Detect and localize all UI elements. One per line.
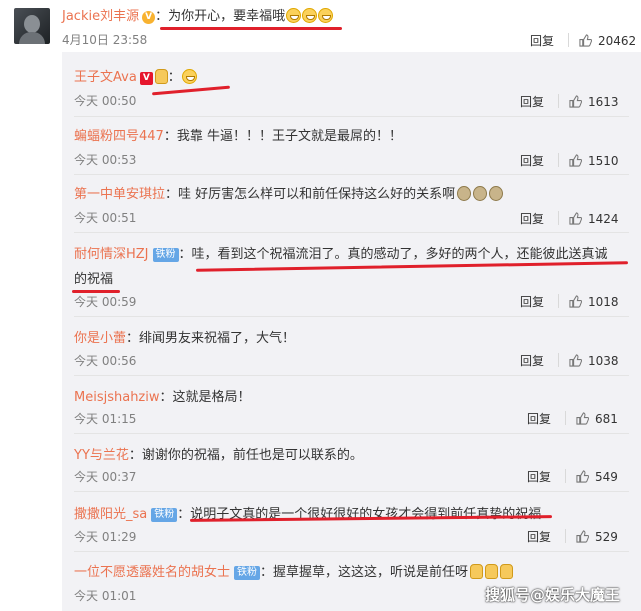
thumbs-up-emoji-icon <box>470 564 484 579</box>
smile-emoji-icon <box>318 8 334 23</box>
like-count: 20462 <box>598 34 637 48</box>
like-count: 1038 <box>588 354 619 368</box>
like-icon[interactable] <box>569 354 583 367</box>
main-comment-username[interactable]: Jackie刘丰源 <box>62 9 139 24</box>
cry-emoji-icon <box>489 186 504 201</box>
like-icon[interactable] <box>569 212 583 225</box>
smile-emoji-icon <box>302 8 318 23</box>
reply-time: 今天 01:01 <box>74 589 137 603</box>
main-comment-actions: 回复 20462 <box>530 32 636 49</box>
cry-emoji-icon <box>457 186 472 201</box>
reply-text-continued: 的祝福 <box>74 272 114 287</box>
reply-username[interactable]: Meisjshahziw <box>74 390 160 405</box>
like-icon[interactable] <box>569 295 583 308</box>
fan-badge: 铁粉 <box>151 508 178 522</box>
like-count: 529 <box>595 530 618 544</box>
avatar[interactable] <box>14 8 50 44</box>
like-icon[interactable] <box>576 412 590 425</box>
like-icon[interactable] <box>576 470 590 483</box>
cry-emoji-icon <box>473 186 488 201</box>
reply-username[interactable]: 撒撒阳光_sa <box>74 507 147 522</box>
smile-emoji-icon <box>181 69 197 84</box>
like-count: 549 <box>595 470 618 484</box>
like-icon[interactable] <box>576 530 590 543</box>
smile-emoji-icon <box>286 8 302 23</box>
main-comment-time: 4月10日 23:58 <box>62 33 148 47</box>
main-comment: Jackie刘丰源 V ：为你开心，要幸福哦 4月10日 23:58 回复 20462 <box>0 0 641 52</box>
reply-time: 今天 00:37 <box>74 470 137 484</box>
like-count: 681 <box>595 412 618 426</box>
main-comment-body: Jackie刘丰源 V ：为你开心，要幸福哦 <box>62 5 334 24</box>
reply-username[interactable]: 耐何情深HZJ <box>74 247 149 262</box>
reply-text: ：哇，看到这个祝福流泪了。真的感动了，多好的两个人，还能彼此送真诚 <box>178 247 608 262</box>
reply-time: 今天 00:59 <box>74 295 137 309</box>
reply-button[interactable]: 回复 <box>520 95 544 109</box>
watermark: 搜狐号@娱乐大魔王 <box>485 586 621 604</box>
thumbs-up-emoji-icon <box>485 564 499 579</box>
reply-button[interactable]: 回复 <box>520 295 544 309</box>
reply-username[interactable]: YY与兰花 <box>74 448 129 463</box>
reply-time: 今天 00:50 <box>74 94 137 108</box>
main-comment-text: ：为你开心，要幸福哦 <box>155 9 286 24</box>
like-icon[interactable] <box>569 95 583 108</box>
fan-badge: 铁粉 <box>152 248 179 262</box>
reply-text: ：这就是格局！ <box>159 390 251 405</box>
reply-username[interactable]: 第一中单安琪拉 <box>74 187 165 202</box>
like-icon[interactable] <box>579 34 593 47</box>
reply-button[interactable]: 回复 <box>520 154 544 168</box>
verified-badge-icon: V <box>139 72 153 85</box>
reply-time: 今天 00:51 <box>74 211 137 225</box>
reply-text: ：哇 好厉害怎么样可以和前任保持这么好的关系啊 <box>165 187 456 202</box>
verified-badge-icon: V <box>142 11 156 24</box>
reply-username[interactable]: 你是小蕾 <box>74 331 126 346</box>
like-icon[interactable] <box>569 154 583 167</box>
reply-time: 今天 00:56 <box>74 354 137 368</box>
like-count: 1510 <box>588 154 619 168</box>
reply-button[interactable]: 回复 <box>520 354 544 368</box>
reply-username[interactable]: 蝙蝠粉四号447 <box>74 129 164 144</box>
reply-username[interactable]: 一位不愿透露姓名的胡女士 <box>74 565 230 580</box>
thumbs-up-emoji-icon <box>500 564 514 579</box>
reply-time: 今天 00:53 <box>74 153 137 167</box>
fan-badge: 铁粉 <box>234 566 261 580</box>
like-count: 1424 <box>588 212 619 226</box>
reply-username[interactable]: 王子文Ava <box>74 70 137 85</box>
reply-button[interactable]: 回复 <box>527 530 551 544</box>
like-count: 1018 <box>588 295 619 309</box>
thumbs-up-emoji-icon <box>154 69 168 84</box>
reply-text: ：我靠 牛逼！！！王子文就是最屌的！！ <box>163 129 402 144</box>
reply-text: ：绯闻男友来祝福了，大气！ <box>126 331 296 346</box>
reply-text: ： <box>167 70 181 85</box>
reply-button[interactable]: 回复 <box>520 212 544 226</box>
reply-text: ：握草握草，这这这，听说是前任呀 <box>260 565 469 580</box>
reply-time: 今天 01:15 <box>74 412 137 426</box>
reply-button[interactable]: 回复 <box>527 470 551 484</box>
reply-button[interactable]: 回复 <box>530 34 554 48</box>
reply-time: 今天 01:29 <box>74 530 137 544</box>
reply-button[interactable]: 回复 <box>527 412 551 426</box>
like-count: 1613 <box>588 95 619 109</box>
reply-text: ：谢谢你的祝福，前任也是可以联系的。 <box>128 448 363 463</box>
